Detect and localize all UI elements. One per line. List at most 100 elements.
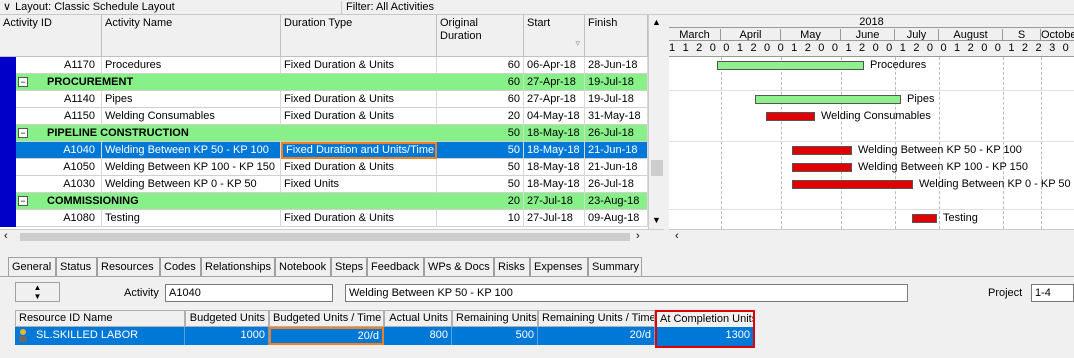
grid-horizontal-scrollbar[interactable]: ‹ › xyxy=(0,229,664,243)
tab-status[interactable]: Status xyxy=(56,257,97,277)
tab-codes[interactable]: Codes xyxy=(160,257,201,277)
filter-label[interactable]: Filter: All Activities xyxy=(346,1,434,14)
tab-expenses[interactable]: Expenses xyxy=(530,257,588,277)
cell-dur: 20 xyxy=(437,108,524,125)
tab-resources[interactable]: Resources xyxy=(97,257,160,277)
col-header-start-label: Start xyxy=(527,17,551,29)
col-header-activity-name[interactable]: Activity Name xyxy=(102,15,281,57)
tab-general[interactable]: General xyxy=(8,257,56,277)
collapse-icon[interactable]: − xyxy=(18,77,28,87)
cell-resource-id-name: SL.SKILLED LABOR xyxy=(33,327,185,345)
timescale-month: October xyxy=(1041,29,1074,41)
cell-duration-type[interactable]: Fixed Duration & Units xyxy=(281,91,437,108)
gantt-bar[interactable] xyxy=(766,112,815,121)
timescale-month: May xyxy=(781,29,841,41)
scroll-left-icon[interactable]: ‹ xyxy=(4,230,8,242)
cell-duration-type[interactable]: Fixed Duration and Units/Time xyxy=(281,142,437,159)
tab-summary[interactable]: Summary xyxy=(588,257,642,277)
project-field[interactable]: 1-4 xyxy=(1031,284,1074,302)
gantt-bar-label: Procedures xyxy=(870,59,927,71)
col-header-actual-units[interactable]: Actual Units xyxy=(384,310,452,327)
activity-row[interactable]: A1080 Testing Fixed Duration & Units 10 27-J… xyxy=(0,210,648,227)
wbs-indent-strip xyxy=(0,193,16,210)
scroll-right-icon[interactable]: › xyxy=(636,230,640,242)
scroll-thumb-h[interactable] xyxy=(20,233,630,241)
col-header-duration-type[interactable]: Duration Type xyxy=(281,15,437,57)
gridline xyxy=(895,57,896,229)
gantt-bar[interactable] xyxy=(717,61,864,70)
cell-dur: 60 xyxy=(437,57,524,74)
activity-row[interactable]: A1170 Procedures Fixed Duration & Units 60 0… xyxy=(0,57,648,74)
activity-row[interactable]: A1040 Welding Between KP 50 - KP 100 Fixed… xyxy=(0,142,648,159)
gantt-bar[interactable] xyxy=(792,163,852,172)
gridline xyxy=(1041,57,1042,229)
col-header-at-completion-units[interactable]: At Completion Units xyxy=(655,310,755,327)
wbs-indent-strip xyxy=(0,108,16,125)
cell-start: 18-May-18 xyxy=(524,176,585,193)
scroll-thumb[interactable] xyxy=(651,160,663,176)
col-header-budgeted-units[interactable]: Budgeted Units xyxy=(185,310,269,327)
activity-row[interactable]: A1050 Welding Between KP 100 - KP 150 Fixe… xyxy=(0,159,648,176)
resource-person-icon xyxy=(15,327,33,345)
collapse-icon[interactable]: − xyxy=(18,196,28,206)
cell-activity-id: A1150 xyxy=(28,108,102,125)
nav-arrows-button[interactable]: ▲ ▼ xyxy=(15,282,60,302)
activity-row[interactable]: A1140 Pipes Fixed Duration & Units 60 27-Apr… xyxy=(0,91,648,108)
gantt-horizontal-scrollbar[interactable]: ‹ xyxy=(669,229,1074,243)
cell-duration-type[interactable]: Fixed Units xyxy=(281,176,437,193)
gantt-row-line xyxy=(669,90,1074,91)
gantt-bar[interactable] xyxy=(792,146,852,155)
cell-dur: 20 xyxy=(437,193,524,210)
activity-name-field[interactable]: Welding Between KP 50 - KP 100 xyxy=(345,284,908,302)
tab-feedback[interactable]: Feedback xyxy=(367,257,424,277)
timescale-weeks: 1 1 2 0 0 1 2 0 0 1 2 0 0 1 2 0 0 1 2 0 … xyxy=(669,42,1074,54)
tab-risks[interactable]: Risks xyxy=(494,257,530,277)
scroll-down-icon[interactable]: ▼ xyxy=(652,215,661,225)
activity-row[interactable]: A1150 Welding Consumables Fixed Duration &… xyxy=(0,108,648,125)
cell-finish: 09-Aug-18 xyxy=(585,210,648,227)
col-header-start[interactable]: Start ▿ xyxy=(524,15,585,57)
cell-duration-type[interactable]: Fixed Duration & Units xyxy=(281,57,437,74)
wbs-group-row[interactable]: − COMMISSIONING 20 27-Jul-18 23-Aug-18 xyxy=(0,193,648,210)
resources-row-empty xyxy=(755,327,1074,345)
gantt-bar[interactable] xyxy=(755,95,901,104)
cell-remaining-units: 500 xyxy=(452,327,538,345)
cell-duration-type[interactable]: Fixed Duration & Units xyxy=(281,210,437,227)
cell-activity-id: A1080 xyxy=(28,210,102,227)
gantt-bar-label: Welding Consumables xyxy=(821,110,931,122)
col-header-budgeted-units-time[interactable]: Budgeted Units / Time xyxy=(269,310,384,327)
layout-label: Layout: Classic Schedule Layout xyxy=(15,1,175,13)
gantt-timescale: 2018 MarchAprilMayJuneJulyAugustSOctober… xyxy=(669,15,1074,57)
tab-wps-docs[interactable]: WPs & Docs xyxy=(424,257,494,277)
col-header-resource-id-name[interactable]: Resource ID Name xyxy=(15,310,185,327)
gantt-bar[interactable] xyxy=(792,180,913,189)
wbs-indent-strip xyxy=(0,159,16,176)
cell-duration-type[interactable]: Fixed Duration & Units xyxy=(281,159,437,176)
scroll-up-icon[interactable]: ▲ xyxy=(652,17,661,27)
gantt-scroll-left-icon[interactable]: ‹ xyxy=(675,230,679,242)
col-header-original-duration[interactable]: Original Duration xyxy=(437,15,524,57)
col-header-activity-id[interactable]: Activity ID xyxy=(0,15,102,57)
collapse-icon[interactable]: − xyxy=(18,128,28,138)
cell-finish: 31-May-18 xyxy=(585,108,648,125)
timescale-month: S xyxy=(1003,29,1041,41)
chevron-down-icon: ∨ xyxy=(2,1,12,13)
col-header-finish[interactable]: Finish xyxy=(585,15,648,57)
col-header-remaining-units[interactable]: Remaining Units xyxy=(452,310,538,327)
tab-notebook[interactable]: Notebook xyxy=(275,257,331,277)
tab-relationships[interactable]: Relationships xyxy=(201,257,275,277)
layout-dropdown[interactable]: ∨ Layout: Classic Schedule Layout xyxy=(2,1,342,14)
gantt-bar[interactable] xyxy=(912,214,937,223)
cell-duration-type[interactable]: Fixed Duration & Units xyxy=(281,108,437,125)
activity-id-field[interactable]: A1040 xyxy=(165,284,333,302)
gridline xyxy=(1003,57,1004,229)
activity-row[interactable]: A1030 Welding Between KP 0 - KP 50 Fixed U… xyxy=(0,176,648,193)
cell-budgeted-units-time[interactable]: 20/d xyxy=(269,327,384,345)
wbs-group-row[interactable]: − PROCUREMENT 60 27-Apr-18 19-Jul-18 xyxy=(0,74,648,91)
tab-steps[interactable]: Steps xyxy=(331,257,367,277)
grid-vertical-scrollbar[interactable]: ▲ ▼ xyxy=(648,15,664,229)
cell-finish: 19-Jul-18 xyxy=(585,91,648,108)
cell-activity-name: Procedures xyxy=(102,57,281,74)
wbs-group-row[interactable]: − PIPELINE CONSTRUCTION 50 18-May-18 26-Jul-… xyxy=(0,125,648,142)
col-header-remaining-units-time[interactable]: Remaining Units / Time xyxy=(538,310,655,327)
